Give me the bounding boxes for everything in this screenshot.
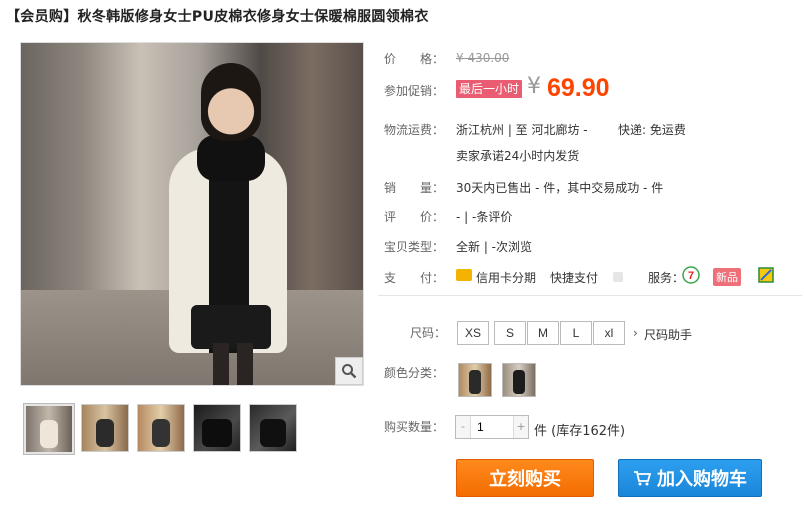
shipping-fee: 快递: 免运费 — [618, 123, 686, 137]
service-label: 服务： — [648, 271, 685, 285]
stock-text: 件 (库存162件) — [534, 424, 626, 439]
decrement-button[interactable]: - — [456, 416, 470, 438]
thumbnail-2[interactable] — [81, 404, 129, 452]
size-label: 尺码： — [410, 326, 447, 340]
shipping-label: 物流运费： — [384, 123, 445, 137]
promo-label: 参加促销： — [384, 84, 445, 98]
installment-link[interactable]: 信用卡分期 — [476, 269, 536, 286]
quantity-input[interactable] — [470, 416, 514, 438]
size-helper-link[interactable]: 尺码助手 — [644, 326, 692, 343]
original-price: ¥ 430.00 — [456, 51, 510, 65]
thumbnail-4[interactable] — [193, 404, 241, 452]
product-title: 【会员购】秋冬韩版修身女士PU皮棉衣修身女士保暖棉服圆领棉衣 — [6, 9, 429, 25]
seven-day-return-icon[interactable]: 7 — [682, 266, 700, 287]
reviews-text[interactable]: - | -条评价 — [456, 208, 512, 225]
price-label: 价 格： — [384, 52, 445, 66]
add-to-cart-label: 加入购物车 — [657, 469, 747, 490]
size-option-xl[interactable]: xl — [593, 321, 625, 345]
add-to-cart-button[interactable]: 加入购物车 — [618, 459, 762, 497]
cart-icon — [634, 471, 651, 486]
quantity-stepper[interactable]: - + — [455, 415, 529, 439]
color-option-1[interactable] — [458, 363, 492, 397]
thumbnail-3[interactable] — [137, 404, 185, 452]
color-label: 颜色分类： — [384, 366, 445, 380]
payment-label: 支 付： — [384, 271, 445, 285]
zoom-icon[interactable] — [335, 357, 363, 385]
sales-text: 30天内已售出 - 件，其中交易成功 - 件 — [456, 181, 664, 195]
sales-label: 销 量： — [384, 181, 445, 195]
expand-icon[interactable] — [613, 272, 623, 282]
thumbnail-1[interactable] — [23, 403, 75, 455]
buy-now-button[interactable]: 立刻购买 — [456, 459, 594, 497]
quick-pay-link[interactable]: 快捷支付 — [550, 269, 598, 286]
currency-symbol: ¥ — [527, 74, 541, 99]
size-option-xs[interactable]: XS — [457, 321, 489, 345]
guarantee-icon[interactable] — [758, 267, 774, 286]
size-option-l[interactable]: L — [560, 321, 592, 345]
increment-button[interactable]: + — [514, 416, 528, 438]
shipping-promise: 卖家承诺24小时内发货 — [456, 149, 580, 163]
reviews-label: 评 价： — [384, 210, 445, 224]
size-option-s[interactable]: S — [494, 321, 526, 345]
credit-card-icon — [456, 269, 472, 281]
new-product-badge[interactable]: 新品 — [713, 268, 741, 286]
thumbnail-5[interactable] — [249, 404, 297, 452]
item-type-label: 宝贝类型： — [384, 240, 445, 254]
promo-tag: 最后一小时 — [456, 80, 523, 98]
section-divider — [378, 295, 802, 296]
size-option-m[interactable]: M — [527, 321, 559, 345]
buy-now-label: 立刻购买 — [489, 469, 561, 490]
main-product-image[interactable] — [20, 42, 364, 386]
color-option-2[interactable] — [502, 363, 536, 397]
shipping-route[interactable]: 浙江杭州 | 至 河北廊坊 - — [456, 121, 588, 138]
promo-price: 69.90 — [547, 74, 610, 102]
quantity-label: 购买数量： — [384, 420, 445, 434]
chevron-right-icon: › — [633, 326, 638, 340]
item-type-text: 全新 | -次浏览 — [456, 240, 533, 254]
svg-text:7: 7 — [688, 270, 694, 282]
